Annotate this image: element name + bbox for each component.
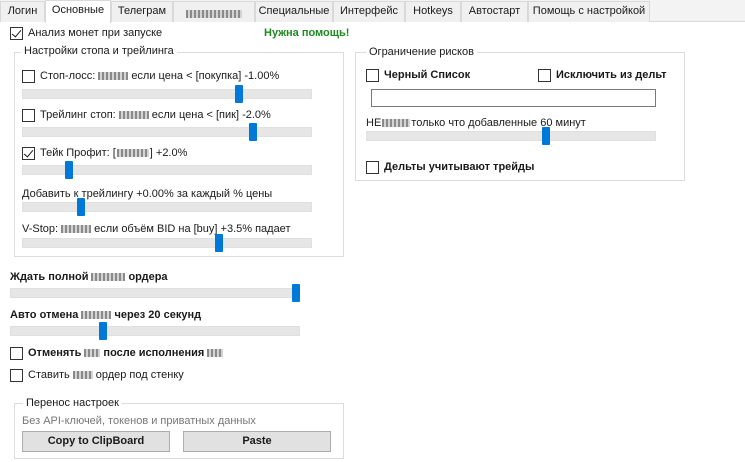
redacted-text xyxy=(81,311,112,319)
tab-hotkeys[interactable]: Hotkeys xyxy=(405,1,461,22)
analyze-on-start-checkbox[interactable]: Анализ монет при запуске xyxy=(10,26,162,40)
risk-limit-title: Ограничение рисков xyxy=(366,46,477,59)
slider-thumb[interactable] xyxy=(99,322,108,340)
take-profit-checkbox[interactable]: Тейк Профит: [ ] +2.0% xyxy=(22,146,187,160)
exclude-deltas-check-box[interactable] xyxy=(538,68,551,82)
slider-thumb[interactable] xyxy=(541,127,550,145)
not-new-slider[interactable] xyxy=(366,127,656,145)
place-order-check-box[interactable] xyxy=(10,368,23,382)
redacted-text xyxy=(98,72,129,80)
tab-redacted[interactable] xyxy=(173,1,255,22)
slider-thumb[interactable] xyxy=(235,85,243,103)
tab-main[interactable]: Основные xyxy=(45,0,111,23)
slider-thumb[interactable] xyxy=(249,123,258,141)
stop-trailing-title: Настройки стопа и трейлинга xyxy=(21,45,177,58)
slider-thumb[interactable] xyxy=(65,161,74,179)
deltas-trades-checkbox[interactable]: Дельты учитывают трейды xyxy=(366,160,534,174)
stop-loss-checkbox[interactable]: Стоп-лосс: если цена < [покупка] -1.00% xyxy=(22,69,279,83)
tab-telegram[interactable]: Телеграм xyxy=(111,1,173,22)
slider-thumb[interactable] xyxy=(214,234,223,252)
transfer-settings-title: Перенос настроек xyxy=(23,397,122,410)
take-profit-check-box[interactable] xyxy=(22,146,35,160)
slider-thumb[interactable] xyxy=(76,198,85,216)
tab-help-setup[interactable]: Помощь с настройкой xyxy=(528,1,650,22)
redacted-text xyxy=(91,273,126,281)
stop-loss-check-box[interactable] xyxy=(22,69,35,83)
place-order-checkbox[interactable]: Ставить ордер под стенку xyxy=(10,368,184,382)
paste-button[interactable]: Paste xyxy=(183,431,331,452)
auto-cancel-label: Авто отмена через 20 секунд xyxy=(10,309,202,321)
tab-login[interactable]: Логин xyxy=(0,1,45,22)
tab-autostart[interactable]: Автостарт xyxy=(461,1,528,22)
analyze-on-start-check-box[interactable] xyxy=(10,26,23,40)
redacted-text xyxy=(72,371,93,379)
cancel-after-checkbox[interactable]: Отменять после исполнения xyxy=(10,346,226,360)
trailing-stop-checkbox[interactable]: Трейлинг стоп: если цена < [пик] -2.0% xyxy=(22,108,271,122)
blacklist-checkbox[interactable]: Черный Список xyxy=(366,68,470,82)
redacted-text xyxy=(61,225,92,233)
blacklist-check-box[interactable] xyxy=(366,68,379,82)
exclude-deltas-checkbox[interactable]: Исключить из дельт xyxy=(538,68,667,82)
redacted-text xyxy=(382,119,411,127)
redacted-text xyxy=(118,111,149,119)
need-help-link[interactable]: Нужна помощь! xyxy=(264,26,349,40)
redacted-text xyxy=(84,349,101,357)
vstop-label: V-Stop: если объём BID на [buy] +3.5% па… xyxy=(22,223,291,235)
tab-bar: Логин Основные Телеграм Специальные Инте… xyxy=(0,0,745,23)
tab-special[interactable]: Специальные xyxy=(255,1,333,22)
redacted-text xyxy=(186,9,242,18)
auto-cancel-slider[interactable] xyxy=(10,322,300,340)
blacklist-input[interactable] xyxy=(371,89,656,107)
cancel-after-check-box[interactable] xyxy=(10,346,23,360)
tab-interface[interactable]: Интерфейс xyxy=(333,1,405,22)
take-profit-slider[interactable] xyxy=(22,161,312,179)
add-trailing-label: Добавить к трейлингу +0.00% за каждый % … xyxy=(22,188,273,200)
add-trailing-slider[interactable] xyxy=(22,198,312,216)
trailing-stop-check-box[interactable] xyxy=(22,108,35,122)
wait-full-slider[interactable] xyxy=(10,284,301,302)
trailing-stop-slider[interactable] xyxy=(22,123,312,141)
redacted-text xyxy=(207,349,224,357)
vstop-slider[interactable] xyxy=(22,234,312,252)
copy-to-clipboard-button[interactable]: Copy to ClipBoard xyxy=(22,431,170,452)
slider-thumb[interactable] xyxy=(292,284,301,302)
wait-full-label: Ждать полной ордера xyxy=(10,271,168,283)
deltas-trades-check-box[interactable] xyxy=(366,160,379,174)
redacted-text xyxy=(116,149,149,157)
not-new-label: НЕ только что добавленные 60 минут xyxy=(366,117,586,129)
transfer-note: Без API-ключей, токенов и приватных данн… xyxy=(22,415,256,427)
stop-loss-slider[interactable] xyxy=(22,85,312,103)
